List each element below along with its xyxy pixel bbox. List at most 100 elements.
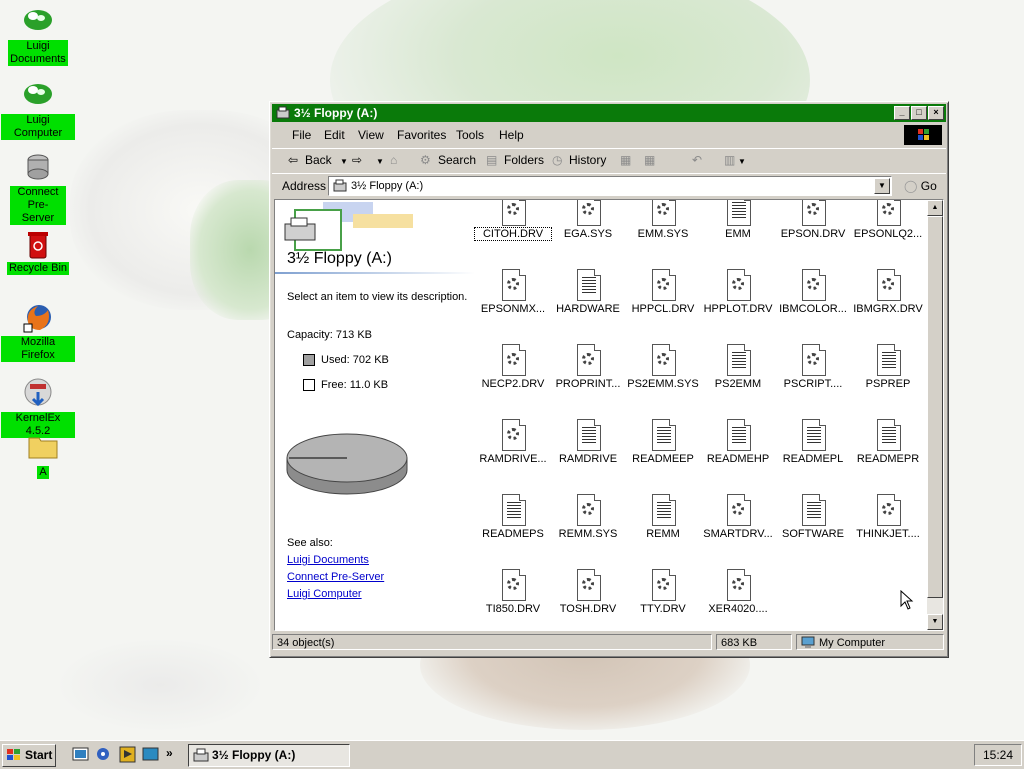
file-item[interactable]: EPSONLQ2...	[850, 200, 926, 240]
menu-favorites[interactable]: Favorites	[397, 128, 446, 142]
file-item[interactable]: THINKJET....	[850, 494, 926, 540]
desktop-icon-kernelex[interactable]: KernelEx 4.5.2	[1, 378, 75, 438]
desktop-icon-connect-pre-server[interactable]: Connect Pre-Server	[1, 152, 75, 225]
menu-tools[interactable]: Tools	[456, 128, 484, 142]
address-dropdown-button[interactable]: ▼	[874, 178, 890, 194]
system-file-icon	[500, 200, 526, 226]
scroll-thumb[interactable]	[927, 216, 943, 598]
taskbar-button-floppy[interactable]: 3½ Floppy (A:)	[188, 744, 350, 767]
file-item[interactable]: EMM	[700, 200, 776, 240]
link-connect-pre-server[interactable]: Connect Pre-Server	[287, 571, 384, 583]
file-item[interactable]: IBMCOLOR...	[775, 269, 851, 315]
back-button[interactable]: Back	[305, 153, 332, 167]
file-item[interactable]: PSCRIPT....	[775, 344, 851, 390]
file-item[interactable]: TOSH.DRV	[550, 569, 626, 615]
file-item[interactable]: PSPREP	[850, 344, 926, 390]
system-tray-clock[interactable]: 15:24	[974, 744, 1022, 766]
file-name: READMEPR	[856, 453, 920, 465]
file-item[interactable]: PS2EMM.SYS	[625, 344, 701, 390]
title-bar[interactable]: 3½ Floppy (A:) _ □ ×	[272, 104, 946, 122]
capacity-text: Capacity: 713 KB	[287, 329, 372, 341]
firefox-icon	[22, 302, 54, 334]
desktop-icon-folder-a[interactable]: A	[6, 432, 80, 479]
menu-file[interactable]: File	[292, 128, 311, 142]
file-name: READMEHP	[706, 453, 770, 465]
undo-icon[interactable]: ↶	[692, 153, 702, 167]
file-item[interactable]: PS2EMM	[700, 344, 776, 390]
file-name: TTY.DRV	[640, 603, 686, 615]
file-item[interactable]: HARDWARE	[550, 269, 626, 315]
file-name: HPPLOT.DRV	[703, 303, 773, 315]
file-item[interactable]: RAMDRIVE...	[475, 419, 551, 465]
desktop-icon-luigi-computer[interactable]: Luigi Computer	[1, 80, 75, 140]
desktop-icon-label: A	[37, 466, 49, 479]
scroll-up-button[interactable]: ▲	[927, 200, 943, 216]
back-dropdown-icon[interactable]: ▼	[340, 157, 348, 166]
file-item[interactable]: SOFTWARE	[775, 494, 851, 540]
link-luigi-documents[interactable]: Luigi Documents	[287, 554, 369, 566]
start-button[interactable]: Start	[2, 744, 56, 767]
menu-edit[interactable]: Edit	[324, 128, 345, 142]
desktop-icon-recycle-bin[interactable]: Recycle Bin	[1, 228, 75, 275]
forward-button[interactable]: ⇨	[352, 153, 362, 167]
text-file-icon	[575, 419, 601, 451]
file-item[interactable]: CITOH.DRV	[474, 200, 552, 241]
file-name: SMARTDRV...	[703, 528, 773, 540]
file-item[interactable]: READMEEP	[625, 419, 701, 465]
forward-dropdown-icon[interactable]: ▼	[376, 157, 384, 166]
cloud-icon	[22, 80, 54, 112]
computer-icon	[801, 636, 815, 654]
file-item[interactable]: REMM	[625, 494, 701, 540]
file-item[interactable]: EPSONMX...	[475, 269, 551, 315]
file-item[interactable]: NECP2.DRV	[475, 344, 551, 390]
file-item[interactable]: READMEPS	[475, 494, 551, 540]
maximize-button[interactable]: □	[911, 106, 927, 120]
quicklaunch-show-desktop-icon[interactable]	[142, 746, 159, 763]
file-item[interactable]: XER4020....	[700, 569, 776, 615]
copy-to-icon[interactable]: ▦	[644, 153, 655, 167]
file-item[interactable]: IBMGRX.DRV	[850, 269, 926, 315]
views-dropdown-icon[interactable]: ▼	[738, 157, 746, 166]
scroll-down-button[interactable]: ▼	[927, 614, 943, 630]
file-item[interactable]: RAMDRIVE	[550, 419, 626, 465]
file-item[interactable]: PROPRINT...	[550, 344, 626, 390]
file-item[interactable]: HPPCL.DRV	[625, 269, 701, 315]
menu-view[interactable]: View	[358, 128, 384, 142]
history-button[interactable]: History	[569, 153, 606, 167]
quicklaunch-channels-icon[interactable]	[95, 746, 112, 763]
window-title: 3½ Floppy (A:)	[294, 106, 378, 120]
file-item[interactable]: READMEPL	[775, 419, 851, 465]
menu-help[interactable]: Help	[499, 128, 524, 142]
system-file-icon	[875, 200, 901, 226]
file-name: SOFTWARE	[782, 528, 844, 540]
file-item[interactable]: SMARTDRV...	[700, 494, 776, 540]
file-item[interactable]: READMEPR	[850, 419, 926, 465]
close-button[interactable]: ×	[928, 106, 944, 120]
file-item[interactable]: EMM.SYS	[625, 200, 701, 240]
up-folder-icon[interactable]: ⌂	[390, 153, 397, 167]
file-item[interactable]: REMM.SYS	[550, 494, 626, 540]
folders-button[interactable]: Folders	[504, 153, 544, 167]
address-input[interactable]: 3½ Floppy (A:) ▼	[328, 176, 892, 196]
file-item[interactable]: TTY.DRV	[625, 569, 701, 615]
file-name: PSPREP	[865, 378, 911, 390]
vertical-scrollbar[interactable]: ▲ ▼	[927, 200, 943, 630]
go-button[interactable]: ◯ Go	[904, 179, 937, 193]
history-icon: ◷	[552, 153, 563, 167]
search-button[interactable]: Search	[438, 153, 476, 167]
file-item[interactable]: READMEHP	[700, 419, 776, 465]
minimize-button[interactable]: _	[894, 106, 910, 120]
file-item[interactable]: TI850.DRV	[475, 569, 551, 615]
file-item[interactable]: HPPLOT.DRV	[700, 269, 776, 315]
quicklaunch-overflow-icon[interactable]: »	[166, 746, 183, 763]
desktop-icon-mozilla-firefox[interactable]: Mozilla Firefox	[1, 302, 75, 362]
quicklaunch-desktop-icon[interactable]	[72, 746, 89, 763]
file-item[interactable]: EPSON.DRV	[775, 200, 851, 240]
move-to-icon[interactable]: ▦	[620, 153, 631, 167]
file-item[interactable]: EGA.SYS	[550, 200, 626, 240]
quicklaunch-media-icon[interactable]	[119, 746, 136, 763]
free-text: Free: 11.0 KB	[321, 379, 389, 391]
desktop-icon-luigi-documents[interactable]: Luigi Documents	[1, 6, 75, 66]
link-luigi-computer[interactable]: Luigi Computer	[287, 588, 362, 600]
views-icon[interactable]: ▥	[724, 153, 735, 167]
